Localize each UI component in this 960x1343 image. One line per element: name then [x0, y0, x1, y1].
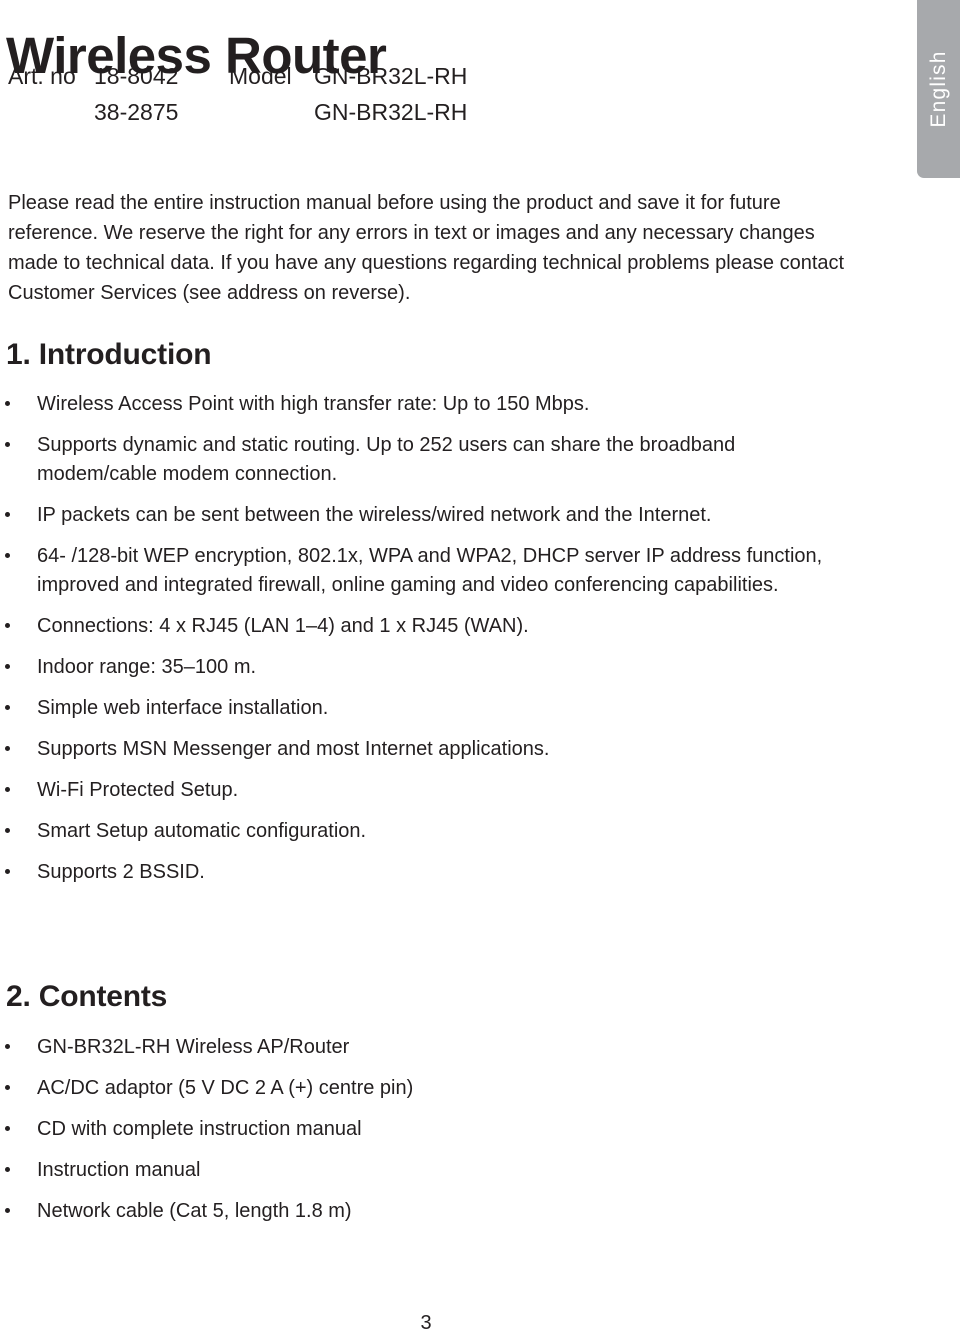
list-item-label: Instruction manual — [37, 1159, 201, 1181]
bullet-dot-icon — [5, 746, 10, 751]
section-number: 1. — [6, 338, 31, 371]
bullet-dot-icon — [5, 705, 10, 710]
bullet-dot-icon — [5, 787, 10, 792]
section-bullets-contents: GN-BR32L-RH Wireless AP/Router AC/DC adap… — [0, 1033, 848, 1238]
list-item: Wireless Access Point with high transfer… — [0, 390, 848, 419]
list-item: Indoor range: 35–100 m. — [0, 653, 848, 682]
bullet-dot-icon — [5, 869, 10, 874]
list-item-label: Connections: 4 x RJ45 (LAN 1–4) and 1 x … — [37, 615, 529, 637]
section-number: 2. — [6, 980, 31, 1013]
list-item-label: GN-BR32L-RH Wireless AP/Router — [37, 1036, 350, 1058]
bullet-dot-icon — [5, 442, 10, 447]
section-title: Introduction — [38, 338, 212, 371]
list-item: Wi-Fi Protected Setup. — [0, 776, 848, 805]
list-item: Supports 2 BSSID. — [0, 858, 848, 887]
list-item-label: Supports dynamic and static routing. Up … — [37, 434, 736, 485]
list-item-label: AC/DC adaptor (5 V DC 2 A (+) centre pin… — [37, 1077, 414, 1099]
list-item: Instruction manual — [0, 1156, 848, 1185]
section-heading-contents: 2. Contents — [6, 980, 167, 1014]
list-item: Supports MSN Messenger and most Internet… — [0, 735, 848, 764]
list-item-label: IP packets can be sent between the wirel… — [37, 504, 712, 526]
language-tab-label: English — [926, 50, 950, 128]
list-item-label: Network cable (Cat 5, length 1.8 m) — [37, 1200, 352, 1222]
list-item: Network cable (Cat 5, length 1.8 m) — [0, 1197, 848, 1226]
list-item-label: CD with complete instruction manual — [37, 1118, 362, 1140]
art-no-value-2: 38-2875 — [94, 99, 179, 125]
list-item-label: Supports MSN Messenger and most Internet… — [37, 738, 550, 760]
language-tab-english: English — [917, 0, 960, 178]
list-item-label: Wireless Access Point with high transfer… — [37, 393, 590, 415]
bullet-dot-icon — [5, 664, 10, 669]
article-model-block: Art. no 18-8042 Model GN-BR32L-RH 38-2875 GN… — [8, 58, 467, 130]
section-bullets-introduction: Wireless Access Point with high transfer… — [0, 390, 848, 899]
list-item-label: Wi-Fi Protected Setup. — [37, 779, 239, 801]
list-item: Connections: 4 x RJ45 (LAN 1–4) and 1 x … — [0, 612, 848, 641]
section-heading-introduction: 1. Introduction — [6, 338, 212, 372]
list-item: 64- /128-bit WEP encryption, 802.1x, WPA… — [0, 542, 848, 600]
art-no-label: Art. no — [8, 63, 76, 89]
bullet-dot-icon — [5, 553, 10, 558]
page-number: 3 — [420, 1312, 432, 1334]
list-item: Simple web interface installation. — [0, 694, 848, 723]
list-item: AC/DC adaptor (5 V DC 2 A (+) centre pin… — [0, 1074, 848, 1103]
list-item-label: Simple web interface installation. — [37, 697, 329, 719]
model-value-1: GN-BR32L-RH — [314, 63, 468, 89]
document-page: English Wireless Router Art. no 18-8042 Mo… — [0, 0, 960, 1343]
bullet-dot-icon — [5, 1044, 10, 1049]
art-no-value-1: 18-8042 — [94, 63, 179, 89]
list-item: IP packets can be sent between the wirel… — [0, 501, 848, 530]
list-item: Supports dynamic and static routing. Up … — [0, 431, 848, 489]
list-item: Smart Setup automatic configuration. — [0, 817, 848, 846]
list-item-label: Indoor range: 35–100 m. — [37, 656, 257, 678]
bullet-dot-icon — [5, 623, 10, 628]
intro-paragraph: Please read the entire instruction manua… — [8, 192, 845, 304]
bullet-dot-icon — [5, 828, 10, 833]
list-item-label: Smart Setup automatic configuration. — [37, 820, 367, 842]
bullet-dot-icon — [5, 1167, 10, 1172]
list-item-label: Supports 2 BSSID. — [37, 861, 205, 883]
article-model-row: 38-2875 GN-BR32L-RH — [8, 94, 467, 130]
list-item: GN-BR32L-RH Wireless AP/Router — [0, 1033, 848, 1062]
article-model-row: Art. no 18-8042 Model GN-BR32L-RH — [8, 58, 467, 94]
list-item: CD with complete instruction manual — [0, 1115, 848, 1144]
bullet-dot-icon — [5, 512, 10, 517]
bullet-dot-icon — [5, 1126, 10, 1131]
bullet-dot-icon — [5, 1085, 10, 1090]
section-title: Contents — [38, 980, 168, 1013]
bullet-dot-icon — [5, 401, 10, 406]
model-value-2: GN-BR32L-RH — [314, 99, 468, 125]
model-label: Model — [229, 63, 292, 89]
list-item-label: 64- /128-bit WEP encryption, 802.1x, WPA… — [37, 545, 823, 596]
bullet-dot-icon — [5, 1208, 10, 1213]
